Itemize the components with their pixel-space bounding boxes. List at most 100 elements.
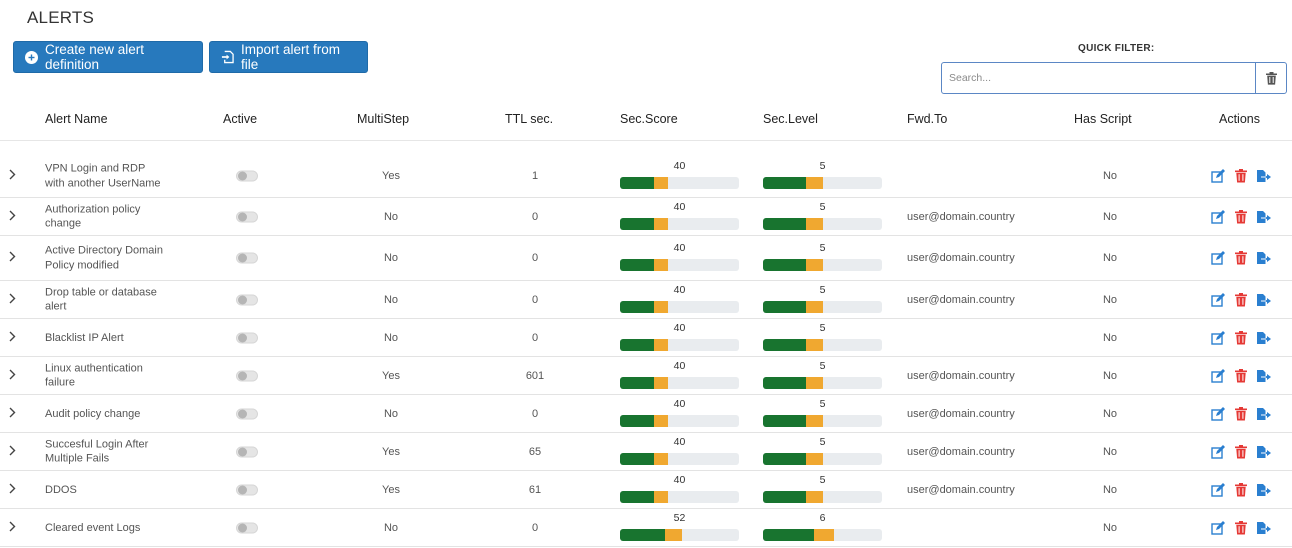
- expand-chevron-icon[interactable]: [9, 251, 16, 265]
- active-toggle[interactable]: [236, 170, 258, 182]
- alert-name: Cleared event Logs: [45, 521, 141, 534]
- expand-chevron-icon[interactable]: [9, 445, 16, 459]
- ttl-value: 65: [528, 445, 542, 458]
- sec-level-bar: 5: [763, 322, 882, 354]
- export-icon[interactable]: [1256, 168, 1272, 184]
- export-icon[interactable]: [1256, 292, 1272, 308]
- table-row[interactable]: Active Directory Domain Policy modified …: [0, 236, 1292, 281]
- header-sec-level[interactable]: Sec.Level: [763, 112, 818, 126]
- delete-icon[interactable]: [1233, 520, 1249, 536]
- active-toggle[interactable]: [236, 211, 258, 222]
- delete-icon[interactable]: [1233, 330, 1249, 346]
- header-alert-name[interactable]: Alert Name: [45, 112, 108, 126]
- edit-icon[interactable]: [1210, 250, 1226, 266]
- delete-icon[interactable]: [1233, 406, 1249, 422]
- table-row[interactable]: Cleared event Logs No 0 52 6 No: [0, 509, 1292, 547]
- sec-score-bar: 40: [620, 398, 739, 430]
- header-has-script[interactable]: Has Script: [1074, 112, 1132, 126]
- export-icon[interactable]: [1256, 520, 1272, 536]
- expand-chevron-icon[interactable]: [9, 331, 16, 345]
- export-icon[interactable]: [1256, 330, 1272, 346]
- edit-icon[interactable]: [1210, 292, 1226, 308]
- delete-icon[interactable]: [1233, 250, 1249, 266]
- delete-icon[interactable]: [1233, 482, 1249, 498]
- header-actions: Actions: [1219, 112, 1260, 126]
- active-toggle[interactable]: [236, 522, 258, 533]
- export-icon[interactable]: [1256, 406, 1272, 422]
- table-row[interactable]: DDOS Yes 61 40 5 user@domain.country No: [0, 471, 1292, 509]
- active-toggle[interactable]: [236, 484, 258, 495]
- multistep-value: Yes: [382, 170, 400, 182]
- clear-filter-button[interactable]: [1255, 63, 1286, 93]
- delete-icon[interactable]: [1233, 368, 1249, 384]
- expand-chevron-icon[interactable]: [9, 369, 16, 383]
- edit-icon[interactable]: [1210, 330, 1226, 346]
- edit-icon[interactable]: [1210, 482, 1226, 498]
- table-row[interactable]: Succesful Login After Multiple Fails Yes…: [0, 433, 1292, 471]
- edit-icon[interactable]: [1210, 406, 1226, 422]
- table-row[interactable]: Audit policy change No 0 40 5 user@domai…: [0, 395, 1292, 433]
- progress-fill-orange: [806, 259, 823, 271]
- table-row[interactable]: Authorization policy change No 0 40 5 us…: [0, 198, 1292, 236]
- header-multistep[interactable]: MultiStep: [357, 112, 409, 126]
- table-row[interactable]: Drop table or database alert No 0 40 5 u…: [0, 281, 1292, 319]
- export-icon[interactable]: [1256, 209, 1272, 225]
- expand-chevron-icon[interactable]: [9, 210, 16, 224]
- header-sec-score[interactable]: Sec.Score: [620, 112, 678, 126]
- table-row[interactable]: Linux authentication failure Yes 601 40 …: [0, 357, 1292, 395]
- header-ttl[interactable]: TTL sec.: [505, 112, 553, 126]
- expand-chevron-icon[interactable]: [9, 483, 16, 497]
- ttl-value: 0: [531, 331, 539, 344]
- delete-icon[interactable]: [1233, 209, 1249, 225]
- active-toggle[interactable]: [236, 408, 258, 419]
- progress-fill-orange: [806, 490, 823, 503]
- expand-chevron-icon[interactable]: [9, 293, 16, 307]
- table-row[interactable]: VPN Login and RDP with another UserName …: [0, 155, 1292, 198]
- edit-icon[interactable]: [1210, 168, 1226, 184]
- expand-chevron-icon[interactable]: [9, 169, 16, 183]
- search-input[interactable]: [942, 63, 1255, 93]
- sec-score-value: 40: [673, 160, 686, 172]
- import-alert-button[interactable]: Import alert from file: [209, 41, 368, 73]
- table-row[interactable]: Blacklist IP Alert No 0 40 5 No: [0, 319, 1292, 357]
- sec-level-bar: 5: [763, 284, 882, 316]
- progress-fill-orange: [654, 338, 668, 351]
- export-icon[interactable]: [1256, 250, 1272, 266]
- active-toggle[interactable]: [236, 370, 258, 381]
- sec-level-bar: 5: [763, 436, 882, 468]
- export-icon[interactable]: [1256, 444, 1272, 460]
- sec-level-bar: 5: [763, 360, 882, 392]
- edit-icon[interactable]: [1210, 444, 1226, 460]
- edit-icon[interactable]: [1210, 368, 1226, 384]
- expand-chevron-icon[interactable]: [9, 521, 16, 535]
- create-alert-button[interactable]: Create new alert definition: [13, 41, 203, 73]
- fwd-to-value: user@domain.country: [907, 369, 1015, 382]
- export-icon[interactable]: [1256, 482, 1272, 498]
- active-toggle[interactable]: [236, 446, 258, 457]
- active-toggle[interactable]: [236, 252, 258, 264]
- edit-icon[interactable]: [1210, 209, 1226, 225]
- progress-fill-orange: [654, 259, 668, 271]
- active-toggle[interactable]: [236, 294, 258, 305]
- sec-level-value: 5: [819, 283, 826, 296]
- progress-fill-green: [763, 300, 806, 313]
- progress-track: [620, 217, 739, 230]
- multistep-value: No: [383, 293, 399, 306]
- progress-fill-green: [620, 217, 654, 230]
- progress-fill-green: [763, 452, 806, 465]
- header-active[interactable]: Active: [223, 112, 257, 126]
- delete-icon[interactable]: [1233, 168, 1249, 184]
- header-fwd-to[interactable]: Fwd.To: [907, 112, 947, 126]
- delete-icon[interactable]: [1233, 444, 1249, 460]
- edit-icon[interactable]: [1210, 520, 1226, 536]
- alert-name: Drop table or database alert: [45, 286, 157, 313]
- export-icon[interactable]: [1256, 368, 1272, 384]
- expand-chevron-icon[interactable]: [9, 407, 16, 421]
- ttl-value: 0: [531, 407, 539, 420]
- progress-fill-green: [620, 177, 654, 189]
- sec-score-value: 40: [673, 473, 686, 486]
- ttl-value: 0: [531, 252, 539, 264]
- delete-icon[interactable]: [1233, 292, 1249, 308]
- has-script-value: No: [1102, 369, 1118, 382]
- active-toggle[interactable]: [236, 332, 258, 343]
